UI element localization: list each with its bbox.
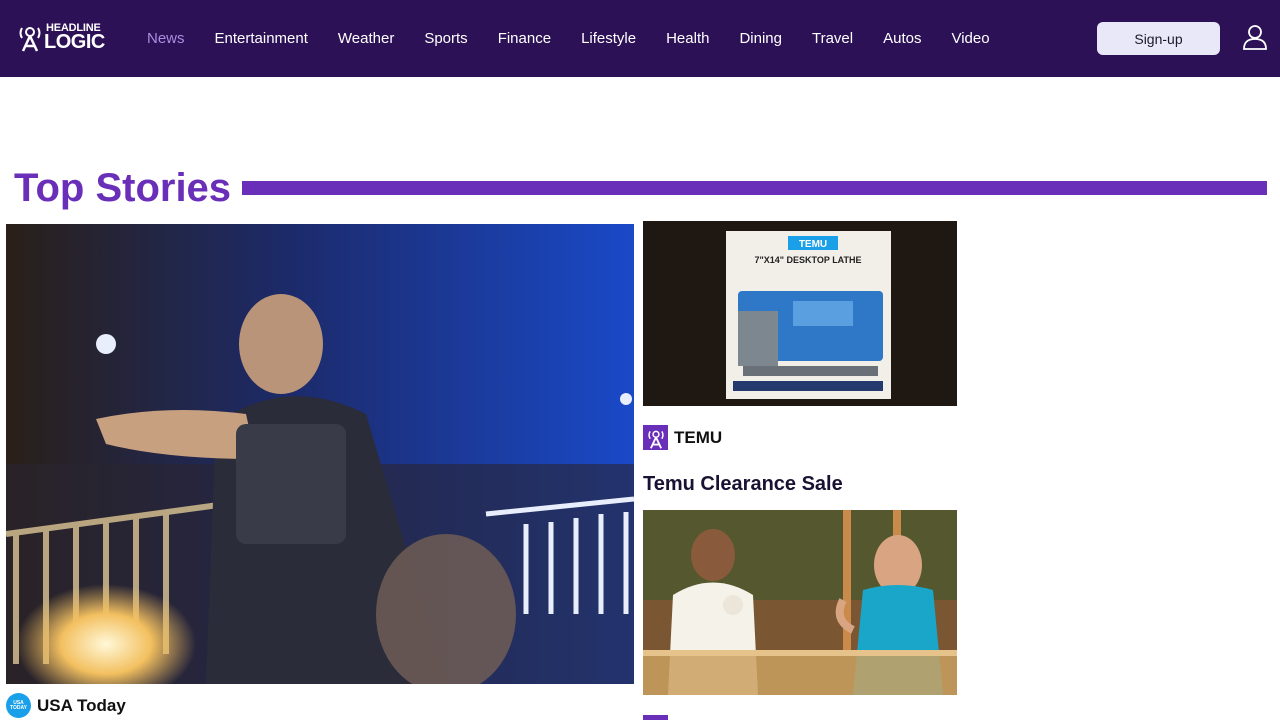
main-story-image[interactable] bbox=[6, 224, 634, 684]
side-story-2-image[interactable] bbox=[643, 510, 957, 695]
side-story-1-source[interactable]: TEMU bbox=[643, 425, 722, 450]
nav-item-video[interactable]: Video bbox=[951, 30, 989, 47]
nav-item-health[interactable]: Health bbox=[666, 30, 709, 47]
source-name: USA Today bbox=[37, 695, 126, 715]
nav-item-travel[interactable]: Travel bbox=[812, 30, 853, 47]
signup-button[interactable]: Sign-up bbox=[1097, 22, 1220, 55]
source-logo bbox=[643, 425, 668, 450]
ad-product-text: 7"X14" DESKTOP LATHE bbox=[754, 255, 861, 265]
broadcast-tower-icon bbox=[647, 430, 664, 449]
nav-item-dining[interactable]: Dining bbox=[739, 30, 782, 47]
bodycam-scene-illustration bbox=[6, 224, 634, 684]
top-navigation-bar: HEADLINE LOGIC News Entertainment Weathe… bbox=[0, 0, 1280, 77]
main-story-source[interactable]: USA TODAY USA Today bbox=[6, 693, 126, 718]
logo-text-bottom: LOGIC bbox=[44, 31, 105, 53]
nav-item-autos[interactable]: Autos bbox=[883, 30, 921, 47]
nav-item-lifestyle[interactable]: Lifestyle bbox=[581, 30, 636, 47]
section-title: Top Stories bbox=[14, 166, 232, 210]
section-title-rule bbox=[242, 181, 1267, 195]
talk-show-illustration bbox=[643, 510, 957, 695]
user-icon[interactable] bbox=[1242, 24, 1268, 50]
headline-logic-logo[interactable]: HEADLINE LOGIC bbox=[18, 22, 108, 54]
usa-today-logo: USA TODAY bbox=[6, 693, 31, 718]
main-nav: News Entertainment Weather Sports Financ… bbox=[147, 0, 1020, 77]
broadcast-tower-icon bbox=[19, 27, 41, 52]
nav-item-sports[interactable]: Sports bbox=[424, 30, 467, 47]
section-divider bbox=[643, 715, 668, 720]
nav-item-entertainment[interactable]: Entertainment bbox=[215, 30, 308, 47]
ad-brand-text: TEMU bbox=[799, 239, 827, 250]
nav-item-news[interactable]: News bbox=[147, 30, 185, 47]
side-story-1-title[interactable]: Temu Clearance Sale bbox=[643, 470, 843, 498]
nav-item-finance[interactable]: Finance bbox=[498, 30, 551, 47]
source-name: TEMU bbox=[674, 427, 723, 447]
lathe-ad-illustration: TEMU 7"X14" DESKTOP LATHE bbox=[726, 231, 891, 399]
side-story-1-image[interactable]: TEMU 7"X14" DESKTOP LATHE bbox=[643, 221, 957, 406]
nav-item-weather[interactable]: Weather bbox=[338, 30, 394, 47]
